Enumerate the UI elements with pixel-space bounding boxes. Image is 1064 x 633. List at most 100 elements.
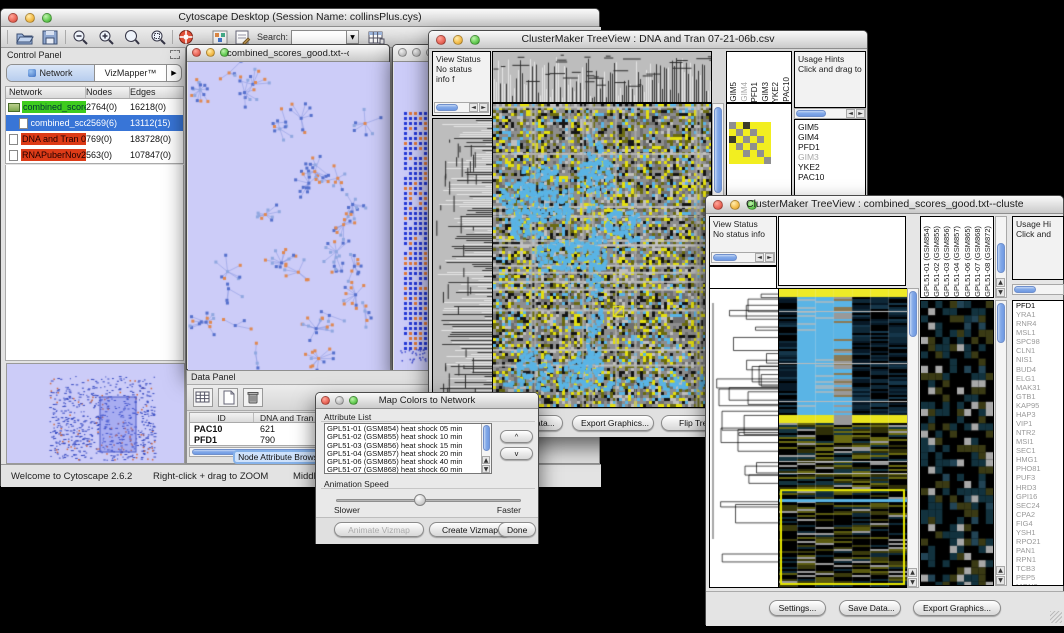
column-label[interactable]: GPL51-08 (GSM872): [983, 226, 993, 297]
close-button[interactable]: [192, 48, 201, 57]
gene-label[interactable]: PAN1: [1016, 546, 1063, 555]
main-titlebar[interactable]: Cytoscape Desktop (Session Name: collins…: [1, 9, 599, 27]
gene-label[interactable]: YRA1: [1016, 310, 1063, 319]
move-up-button[interactable]: ^: [500, 430, 533, 443]
row-dendrogram-canvas[interactable]: [432, 118, 493, 408]
scroll-right-icon[interactable]: ►: [856, 109, 865, 118]
gene-label[interactable]: CLN1: [1016, 346, 1063, 355]
close-button[interactable]: [436, 35, 446, 45]
speed-slider-track[interactable]: [336, 499, 521, 502]
gene-label[interactable]: PEP5: [1016, 573, 1063, 582]
mini-heatmap[interactable]: [729, 122, 771, 164]
float-panel-icon[interactable]: [170, 50, 180, 59]
gene-label[interactable]: GPI16: [1016, 492, 1063, 501]
row-label[interactable]: GIM3: [798, 152, 865, 162]
treeview-combined-titlebar[interactable]: ClusterMaker TreeView : combined_scores_…: [706, 196, 1063, 214]
delete-attribute-trash-icon[interactable]: [243, 388, 263, 407]
scrollbar-thumb[interactable]: [997, 303, 1005, 343]
attribute-list-item[interactable]: GPL51-03 (GSM856) heat shock 15 min: [327, 442, 489, 450]
scroll-down-icon[interactable]: ▼: [482, 465, 490, 473]
scroll-left-icon[interactable]: ◄: [846, 109, 855, 118]
gene-label[interactable]: MSL1: [1016, 328, 1063, 337]
save-session-icon[interactable]: [41, 29, 60, 46]
treeview-combined-button-2[interactable]: Export Graphics...: [913, 600, 1001, 616]
search-dropdown-arrow-icon[interactable]: ▼: [346, 30, 359, 44]
view-status-hscrollbar[interactable]: ◄ ►: [434, 102, 489, 113]
close-button[interactable]: [398, 48, 407, 57]
dialog-titlebar[interactable]: Map Colors to Network: [316, 393, 538, 409]
gene-label[interactable]: VIP1: [1016, 419, 1063, 428]
row-label[interactable]: YKE2: [798, 162, 865, 172]
treeview-dna-button-1[interactable]: Export Graphics...: [572, 415, 654, 431]
gene-label[interactable]: SPC98: [1016, 337, 1063, 346]
resize-grip[interactable]: [1050, 611, 1062, 623]
view-status-hscrollbar[interactable]: ◄ ►: [711, 252, 775, 263]
zoom-in-icon[interactable]: [97, 29, 116, 46]
gene-label[interactable]: MON2: [1016, 582, 1063, 586]
done-button[interactable]: Done: [498, 522, 536, 537]
gene-label[interactable]: KAP95: [1016, 401, 1063, 410]
gene-label[interactable]: SEC24: [1016, 501, 1063, 510]
tab-network[interactable]: Network: [7, 65, 95, 81]
column-dendrogram-canvas[interactable]: [492, 51, 712, 103]
close-button[interactable]: [321, 396, 330, 405]
row-dendrogram-canvas[interactable]: [709, 288, 779, 588]
new-attribute-icon[interactable]: [218, 388, 238, 407]
usage-hscrollbar[interactable]: [1012, 284, 1064, 295]
scroll-left-icon[interactable]: ◄: [755, 253, 764, 262]
scrollbar-thumb[interactable]: [997, 243, 1005, 273]
scrollbar-thumb[interactable]: [436, 104, 458, 111]
minimize-button[interactable]: [335, 396, 344, 405]
scroll-left-icon[interactable]: ◄: [469, 103, 478, 112]
scroll-up-icon[interactable]: ▲: [996, 278, 1005, 287]
network-tree-row[interactable]: RNAPuberNov2+563(0)107847(0): [6, 147, 183, 163]
tab-overflow-button[interactable]: ▶: [166, 65, 181, 81]
treeview-combined-button-0[interactable]: Settings...: [769, 600, 826, 616]
gene-label[interactable]: FIG4: [1016, 519, 1063, 528]
network-tree-row[interactable]: combined_sco2569(6)13112(15): [6, 115, 183, 131]
minimize-button[interactable]: [412, 48, 421, 57]
gene-label[interactable]: NIS1: [1016, 355, 1063, 364]
animate-vizmap-button[interactable]: Animate Vizmap: [334, 522, 424, 537]
gene-label[interactable]: PFD1: [1016, 301, 1063, 310]
row-label[interactable]: PAC10: [798, 172, 865, 182]
scroll-right-icon[interactable]: ►: [765, 253, 774, 262]
column-label[interactable]: GPL51-06 (GSM865): [963, 226, 973, 297]
network-tree-row[interactable]: combined_scores_2764(0)16218(0): [6, 99, 183, 115]
usage-hscrollbar[interactable]: ◄ ►: [794, 108, 866, 119]
attribute-list-item[interactable]: GPL51-07 (GSM868) heat shock 60 min: [327, 466, 489, 474]
minimize-button[interactable]: [206, 48, 215, 57]
scroll-up-icon[interactable]: ▲: [482, 456, 490, 464]
minimize-button[interactable]: [453, 35, 463, 45]
column-label[interactable]: PFD1: [750, 82, 760, 102]
heatmap-canvas[interactable]: [778, 288, 908, 588]
network-window-titlebar[interactable]: combined_scores_good.txt--cluste...: [187, 45, 389, 62]
open-file-icon[interactable]: [15, 29, 34, 46]
column-label[interactable]: GIM4: [740, 82, 750, 102]
row-label[interactable]: PFD1: [798, 142, 865, 152]
attribute-list-item[interactable]: GPL51-02 (GSM855) heat shock 10 min: [327, 433, 489, 441]
gene-label[interactable]: BUD4: [1016, 365, 1063, 374]
gene-label[interactable]: PUF3: [1016, 473, 1063, 482]
column-label[interactable]: PAC10: [782, 77, 792, 102]
scrollbar-thumb[interactable]: [713, 254, 737, 261]
attribute-list-item[interactable]: GPL51-04 (GSM857) heat shock 20 min: [327, 450, 489, 458]
gene-label[interactable]: PHO81: [1016, 464, 1063, 473]
gene-label[interactable]: MSI1: [1016, 437, 1063, 446]
gene-label[interactable]: SEC1: [1016, 446, 1063, 455]
minimize-button[interactable]: [25, 13, 35, 23]
zoom-vscrollbar[interactable]: ▲ ▼: [995, 300, 1007, 586]
close-button[interactable]: [713, 200, 723, 210]
column-labels-vscrollbar[interactable]: ▲ ▼: [995, 216, 1007, 298]
scroll-right-icon[interactable]: ►: [479, 103, 488, 112]
column-label[interactable]: YKE2: [771, 82, 781, 102]
scroll-down-icon[interactable]: ▼: [996, 576, 1005, 585]
column-label[interactable]: GPL51-01 (GSM854): [922, 226, 932, 297]
scroll-up-icon[interactable]: ▲: [996, 566, 1005, 575]
network-graph-canvas[interactable]: [188, 62, 390, 370]
scrollbar-thumb[interactable]: [1014, 286, 1036, 293]
tab-vizmapper[interactable]: VizMapper™: [95, 65, 166, 81]
attribute-list-item[interactable]: GPL51-01 (GSM854) heat shock 05 min: [327, 425, 489, 433]
column-label[interactable]: GPL51-04 (GSM857): [952, 226, 962, 297]
gene-label[interactable]: HRD3: [1016, 483, 1063, 492]
